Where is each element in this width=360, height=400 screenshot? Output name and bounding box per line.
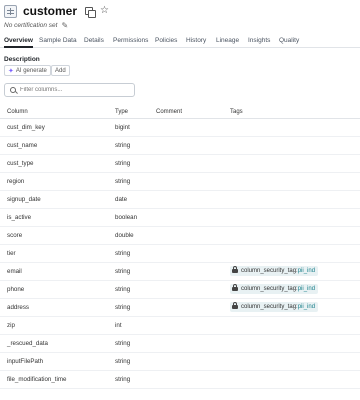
column-name: cust_type (7, 160, 34, 167)
table-row[interactable]: address string column_security_tag : pii_i… (0, 299, 360, 317)
column-header-column[interactable]: Column (7, 109, 28, 115)
tab-overview[interactable]: Overview (4, 37, 33, 48)
column-type: string (115, 160, 131, 167)
tag-value: pii_ind (297, 268, 316, 274)
table-row[interactable]: cust_type string (0, 155, 360, 173)
column-header-type[interactable]: Type (115, 109, 128, 115)
column-type: string (115, 250, 131, 257)
column-type: string (115, 268, 131, 275)
search-icon (10, 87, 16, 93)
table-row[interactable]: score double (0, 227, 360, 245)
column-name: signup_date (7, 196, 41, 203)
table-row[interactable]: is_active boolean (0, 209, 360, 227)
column-type: string (115, 286, 131, 293)
add-description-button[interactable]: Add (51, 65, 70, 76)
copy-icon[interactable] (85, 6, 97, 18)
table-header: Column Type Comment Tags (0, 105, 360, 119)
tag-key: column_security_tag (241, 286, 297, 292)
tab-permissions[interactable]: Permissions (113, 37, 148, 44)
column-type: bigint (115, 124, 130, 131)
column-type: string (115, 142, 131, 149)
star-icon[interactable]: ☆ (100, 6, 109, 16)
column-type: string (115, 358, 131, 365)
security-tag-badge[interactable]: column_security_tag : pii_ind (230, 302, 319, 312)
certification-label: No certification set (4, 22, 58, 29)
tab-policies[interactable]: Policies (155, 37, 177, 44)
column-header-comment[interactable]: Comment (156, 109, 182, 115)
certification-status: No certification set ✎ (4, 21, 68, 30)
add-label: Add (55, 67, 66, 74)
column-name: email (7, 268, 22, 275)
column-type: boolean (115, 214, 138, 221)
description-label: Description (4, 56, 40, 63)
tab-quality[interactable]: Quality (279, 37, 299, 44)
table-row[interactable]: zip int (0, 317, 360, 335)
table-row[interactable]: region string (0, 173, 360, 191)
tab-lineage[interactable]: Lineage (216, 37, 239, 44)
lock-icon (232, 302, 238, 310)
column-name: file_modification_time (7, 376, 67, 383)
tab-details[interactable]: Details (84, 37, 104, 44)
tag-value: pii_ind (297, 304, 316, 310)
column-header-tags[interactable]: Tags (230, 109, 243, 115)
column-name: cust_name (7, 142, 38, 149)
tag-key: column_security_tag (241, 268, 297, 274)
security-tag-badge[interactable]: column_security_tag : pii_ind (230, 284, 319, 294)
sparkle-icon: ✦ (8, 67, 14, 75)
column-type: date (115, 196, 128, 203)
tag-value: pii_ind (297, 286, 316, 292)
table-row[interactable]: email string column_security_tag : pii_ind (0, 263, 360, 281)
table-row[interactable]: signup_date date (0, 191, 360, 209)
column-type: string (115, 340, 131, 347)
table-row[interactable]: tier string (0, 245, 360, 263)
table-row[interactable]: file_modification_time string (0, 371, 360, 389)
column-name: address (7, 304, 30, 311)
table-row[interactable]: inputFilePath string (0, 353, 360, 371)
column-name: phone (7, 286, 25, 293)
column-type: double (115, 232, 134, 239)
lock-icon (232, 284, 238, 292)
column-name: tier (7, 250, 16, 257)
table-row[interactable]: _rescued_data string (0, 335, 360, 353)
page-header: customer ☆ (4, 3, 109, 19)
column-name: region (7, 178, 25, 185)
column-name: cust_dim_key (7, 124, 45, 131)
table-icon (4, 4, 17, 18)
column-type: string (115, 178, 131, 185)
tab-bar: Overview Sample Data Details Permissions… (0, 35, 360, 48)
tab-history[interactable]: History (186, 37, 206, 44)
filter-columns-field[interactable] (4, 83, 135, 97)
column-name: _rescued_data (7, 340, 48, 347)
column-name: is_active (7, 214, 32, 221)
column-type: string (115, 304, 131, 311)
page-title: customer (23, 4, 78, 18)
tab-insights[interactable]: Insights (248, 37, 270, 44)
security-tag-badge[interactable]: column_security_tag : pii_ind (230, 266, 319, 276)
ai-generate-button[interactable]: ✦ AI generate (4, 65, 51, 76)
ai-generate-label: AI generate (15, 67, 47, 74)
column-name: score (7, 232, 23, 239)
columns-table-body: cust_dim_key bigint cust_name string cust_ty… (0, 119, 360, 389)
tab-sample-data[interactable]: Sample Data (39, 37, 77, 44)
lock-icon (232, 266, 238, 274)
table-row[interactable]: phone string column_security_tag : pii_ind (0, 281, 360, 299)
table-row[interactable]: cust_name string (0, 137, 360, 155)
column-type: string (115, 376, 131, 383)
filter-columns-input[interactable] (20, 87, 130, 93)
column-name: inputFilePath (7, 358, 44, 365)
pencil-icon[interactable]: ✎ (61, 21, 68, 30)
column-name: zip (7, 322, 15, 329)
tag-key: column_security_tag (241, 304, 297, 310)
column-type: int (115, 322, 122, 329)
table-row[interactable]: cust_dim_key bigint (0, 119, 360, 137)
